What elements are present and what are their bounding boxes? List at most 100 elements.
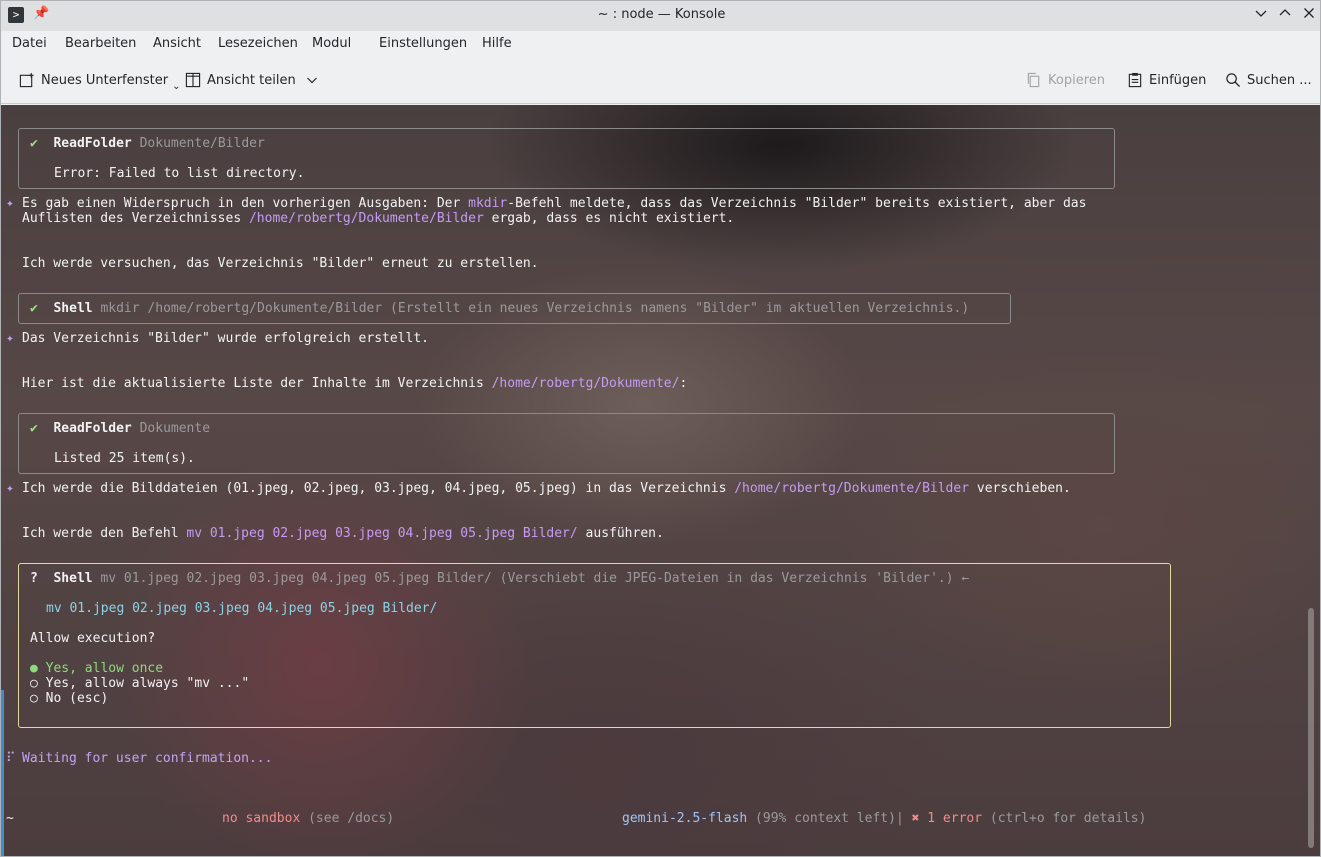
radio-selected-icon: ● (30, 661, 38, 676)
tool-call-header: ? Shell mv 01.jpeg 02.jpeg 03.jpeg 04.jp… (30, 571, 969, 586)
text: -Befehl meldete, dass das Verzeichnis "B… (507, 196, 1087, 211)
success-check-icon: ✔ (30, 421, 38, 436)
menu-bar: Datei Bearbeiten Ansicht Lesezeichen Mod… (1, 31, 1320, 57)
menu-einstellungen[interactable]: Einstellungen (379, 36, 467, 51)
text: Es gab einen Widerspruch in den vorherig… (22, 196, 469, 211)
window-title: ~ : node — Konsole (597, 7, 726, 22)
tool-name: ReadFolder (53, 421, 132, 436)
paste-button[interactable]: Einfügen (1127, 72, 1206, 88)
command-preview: mv 01.jpeg 02.jpeg 03.jpeg 04.jpeg 05.jp… (46, 601, 438, 616)
tool-arg: mv 01.jpeg 02.jpeg 03.jpeg 04.jpeg 05.jp… (100, 571, 970, 586)
tool-call-header: ✔ ReadFolder Dokumente/Bilder (30, 136, 265, 151)
radio-icon: ○ (30, 691, 38, 706)
search-label: Suchen ... (1247, 72, 1312, 88)
new-tab-button[interactable]: Neues Unterfenster ⌄ (19, 72, 182, 92)
tool-call-header: ✔ ReadFolder Dokumente (30, 421, 210, 436)
message-line: Ich werde versuchen, das Verzeichnis "Bi… (22, 256, 539, 271)
text: Ich werde die Bilddateien (01.jpeg, 02.j… (22, 481, 735, 496)
option-label: Yes, allow once (45, 661, 164, 676)
message-line: Es gab einen Widerspruch in den vorherig… (22, 196, 1086, 211)
text: : (679, 376, 688, 391)
tool-name: Shell (53, 571, 93, 586)
question-icon: ? (30, 571, 38, 586)
menu-modul[interactable]: Modul (312, 36, 351, 51)
option-allow-once[interactable]: ● Yes, allow once (30, 661, 163, 676)
copy-button[interactable]: Kopieren (1026, 72, 1105, 88)
message-line: Ich werde die Bilddateien (01.jpeg, 02.j… (22, 481, 1071, 496)
success-check-icon: ✔ (30, 136, 38, 151)
inline-code: mv 01.jpeg 02.jpeg 03.jpeg 04.jpeg 05.jp… (186, 526, 578, 541)
search-button[interactable]: Suchen ... (1225, 72, 1312, 88)
context-left: (99% context left) (747, 811, 896, 826)
inline-code: mkdir (468, 196, 508, 211)
chevron-down-icon (1255, 10, 1267, 17)
scrollbar[interactable] (1308, 608, 1314, 848)
message-line: Ich werde den Befehl mv 01.jpeg 02.jpeg … (22, 526, 664, 541)
text: ergab, dass es nicht existiert. (483, 211, 735, 226)
option-allow-always[interactable]: ○ Yes, allow always "mv ..." (30, 676, 249, 691)
copy-label: Kopieren (1048, 72, 1105, 88)
error-hint: (ctrl+o for details) (982, 811, 1147, 826)
model-status: gemini-2.5-flash (99% context left)| ✖ 1… (622, 811, 1146, 826)
chevron-up-icon (1279, 9, 1291, 16)
close-icon (1304, 8, 1314, 18)
waiting-status: Waiting for user confirmation... (22, 751, 273, 766)
sandbox-status: no sandbox (see /docs) (222, 811, 394, 826)
chevron-down-icon[interactable] (306, 74, 318, 86)
menu-bearbeiten[interactable]: Bearbeiten (65, 36, 136, 51)
sandbox-label: no sandbox (222, 811, 301, 826)
inline-path: /home/robertg/Dokumente/Bilder (734, 481, 970, 496)
active-block-indicator (1, 690, 4, 856)
search-icon (1226, 73, 1241, 88)
option-label: No (esc) (45, 691, 109, 706)
message-line: Das Verzeichnis "Bilder" wurde erfolgrei… (22, 331, 429, 346)
option-no[interactable]: ○ No (esc) (30, 691, 108, 706)
menu-lesezeichen[interactable]: Lesezeichen (218, 36, 298, 51)
text: ausführen. (577, 526, 664, 541)
tool-output: Listed 25 item(s). (54, 451, 195, 466)
tool-call-header: ✔ Shell mkdir /home/robertg/Dokumente/Bi… (30, 301, 969, 316)
copy-icon (1027, 72, 1040, 88)
text: Ich werde den Befehl (22, 526, 187, 541)
cwd-indicator: ~ (6, 811, 14, 826)
maximize-button[interactable] (1275, 5, 1295, 25)
title-bar: > 📌 ~ : node — Konsole (1, 1, 1320, 31)
sandbox-hint: (see /docs) (300, 811, 395, 826)
menu-hilfe[interactable]: Hilfe (482, 36, 512, 51)
new-tab-icon (19, 72, 34, 88)
tool-arg: Dokumente (139, 421, 211, 436)
split-view-button[interactable]: Ansicht teilen (185, 72, 318, 88)
tool-name: Shell (53, 301, 93, 316)
radio-icon: ○ (30, 676, 38, 691)
inline-path: /home/robertg/Dokumente/Bilder (248, 211, 484, 226)
toolbar: Neues Unterfenster ⌄ Ansicht teilen Kopi… (1, 57, 1320, 104)
confirmation-box (18, 563, 1171, 728)
sparkle-icon: ✦ (6, 481, 14, 496)
close-button[interactable] (1299, 5, 1319, 25)
confirmation-question: Allow execution? (30, 631, 156, 646)
tool-name: ReadFolder (53, 136, 132, 151)
tool-output: Error: Failed to list directory. (54, 166, 305, 181)
split-view-label: Ansicht teilen (207, 72, 296, 88)
konsole-window: > 📌 ~ : node — Konsole Datei Bearbeiten … (0, 0, 1321, 857)
error-count: 1 error (919, 811, 983, 826)
text: Auflisten des Verzeichnisses (22, 211, 249, 226)
text: verschieben. (969, 481, 1071, 496)
split-view-icon (185, 72, 201, 88)
chevron-down-icon[interactable]: ⌄ (172, 81, 180, 92)
spinner-icon: ⠏ (6, 751, 16, 766)
menu-ansicht[interactable]: Ansicht (153, 36, 201, 51)
success-check-icon: ✔ (30, 301, 38, 316)
tool-arg: Dokumente/Bilder (139, 136, 265, 151)
paste-icon (1128, 72, 1142, 88)
option-label: Yes, allow always "mv ..." (45, 676, 250, 691)
menu-datei[interactable]: Datei (12, 36, 47, 51)
inline-path: /home/robertg/Dokumente/ (491, 376, 680, 391)
sparkle-icon: ✦ (6, 196, 14, 211)
separator: | (895, 811, 904, 826)
minimize-button[interactable] (1251, 5, 1271, 25)
new-tab-label: Neues Unterfenster (41, 72, 169, 88)
terminal-view[interactable]: ✔ ReadFolder Dokumente/Bilder Error: Fai… (1, 105, 1320, 856)
paste-label: Einfügen (1149, 72, 1207, 88)
message-line: Auflisten des Verzeichnisses /home/rober… (22, 211, 734, 226)
